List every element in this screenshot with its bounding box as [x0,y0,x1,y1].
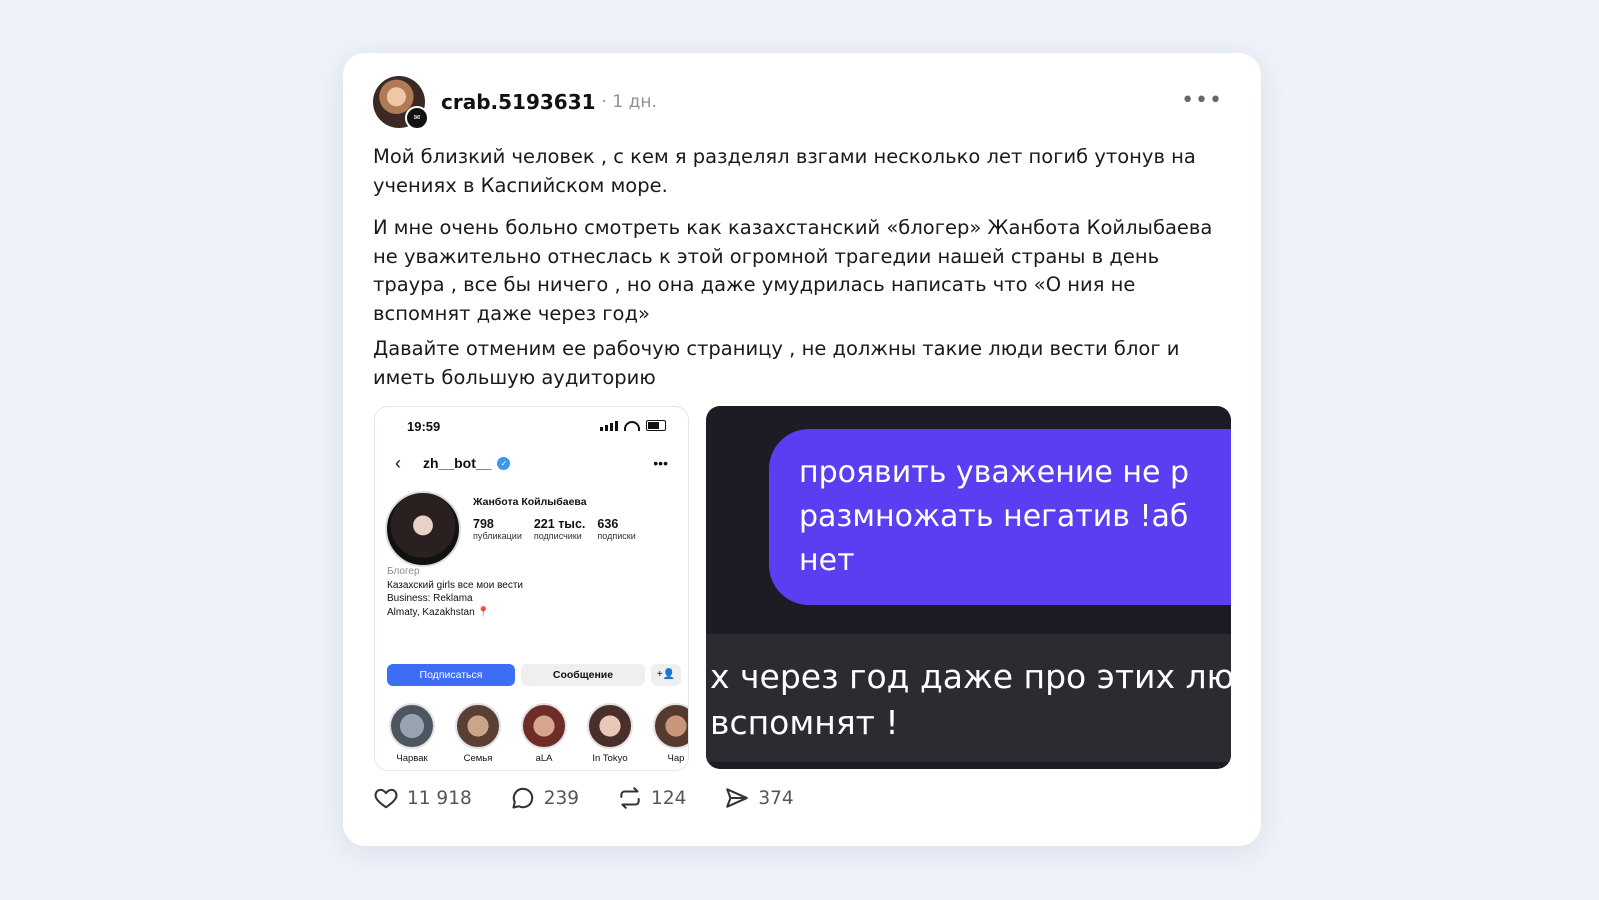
media-profile-screenshot[interactable]: 19:59 ‹ zh__bot__ ✓ ••• Жанбота Койлыбае… [374,406,689,771]
highlight-label: In Tokyo [592,753,628,764]
bio-line: Business: Reklama [387,593,473,604]
highlight-label: aLA [535,753,553,764]
post-header: ✉ crab.5193631 · 1 дн. ••• [373,76,1231,130]
post-paragraph-3: Давайте отменим ее рабочую страницу , не… [373,337,1180,389]
highlight-item[interactable]: Семья [455,703,501,764]
profile-more-icon[interactable]: ••• [653,455,668,471]
post-text: Мой близкий человек , с кем я разделял в… [373,143,1213,406]
follow-button[interactable]: Подписаться [387,664,515,686]
send-icon [726,788,749,808]
stat-posts: 798 публикации [473,517,522,541]
avatar[interactable]: ✉ [373,76,429,130]
profile-stats: 798 публикации 221 тыс. подписчики 636 п… [473,517,636,541]
stat-label: подписки [597,531,636,541]
comment-count: 239 [543,787,580,809]
video-caption: х через год даже про этих люд вспомнят ! [706,634,1231,762]
share-count: 374 [758,787,794,809]
battery-icon [646,420,666,431]
signal-icon [600,420,618,431]
like-count: 11 918 [407,787,472,809]
status-icons [600,420,666,431]
profile-handle: zh__bot__ [423,455,492,471]
bio-line: Казахский girls все мои вести [387,579,524,591]
repost-count: 124 [651,787,687,809]
repost-icon [620,787,640,809]
post-paragraph-2: И мне очень больно смотреть как казахста… [373,216,1213,325]
comment-button[interactable]: 239 [510,785,579,811]
wifi-icon [624,420,640,431]
highlight-item[interactable]: aLA [521,703,567,764]
profile-buttons: Подписаться Сообщение +👤 [387,664,681,686]
stat-following: 636 подписки [597,517,635,541]
share-button[interactable]: 374 [724,785,794,811]
bio-category: Блогер [387,566,420,577]
message-bubble: проявить уважение не р размножать негати… [769,429,1231,605]
highlight-item[interactable]: Чар [653,703,688,764]
stat-label: публикации [473,531,522,541]
stat-number: 221 тыс. [533,517,586,531]
comment-icon [512,787,533,809]
story-highlights: Чарвак Семья aLA In Tokyo Чар [389,703,688,764]
repost-button[interactable]: 124 [617,785,686,811]
profile-bio: Блогер Казахский girls все мои вести Bus… [387,565,523,619]
highlight-thumbnail [389,703,435,749]
profile-picture [385,491,461,567]
avatar-badge-icon: ✉ [405,106,429,130]
stat-followers: 221 тыс. подписчики [534,517,586,541]
post-time: · 1 дн. [601,92,657,112]
post-actions: 11 918 239 124 374 [373,785,794,811]
highlight-item[interactable]: In Tokyo [587,703,633,764]
media-video-frame[interactable]: проявить уважение не р размножать негати… [706,406,1231,769]
highlight-item[interactable]: Чарвак [389,703,435,764]
highlight-label: Семья [463,753,493,764]
highlight-thumbnail [653,703,688,749]
status-time: 19:59 [407,419,441,434]
back-arrow-icon[interactable]: ‹ [395,453,401,474]
profile-name: Жанбота Койлыбаева [473,496,587,508]
highlight-thumbnail [521,703,567,749]
message-button[interactable]: Сообщение [521,664,645,686]
highlight-thumbnail [455,703,501,749]
highlight-label: Чарвак [396,753,428,764]
bio-line: Almaty, Kazakhstan 📍 [387,606,490,618]
highlight-label: Чар [667,753,685,764]
verified-icon: ✓ [497,456,511,470]
post-card: ✉ crab.5193631 · 1 дн. ••• Мой близкий ч… [343,53,1261,846]
highlight-thumbnail [587,703,633,749]
profile-nav: ‹ zh__bot__ ✓ ••• [395,452,668,474]
add-person-icon[interactable]: +👤 [651,664,681,686]
stat-number: 798 [473,517,494,531]
username[interactable]: crab.5193631 [441,90,596,114]
stat-label: подписчики [533,531,582,541]
post-paragraph-1: Мой близкий человек , с кем я разделял в… [373,145,1196,197]
heart-icon [374,788,398,809]
more-options-icon[interactable]: ••• [1181,88,1223,113]
stat-number: 636 [597,517,619,531]
like-button[interactable]: 11 918 [373,785,472,811]
